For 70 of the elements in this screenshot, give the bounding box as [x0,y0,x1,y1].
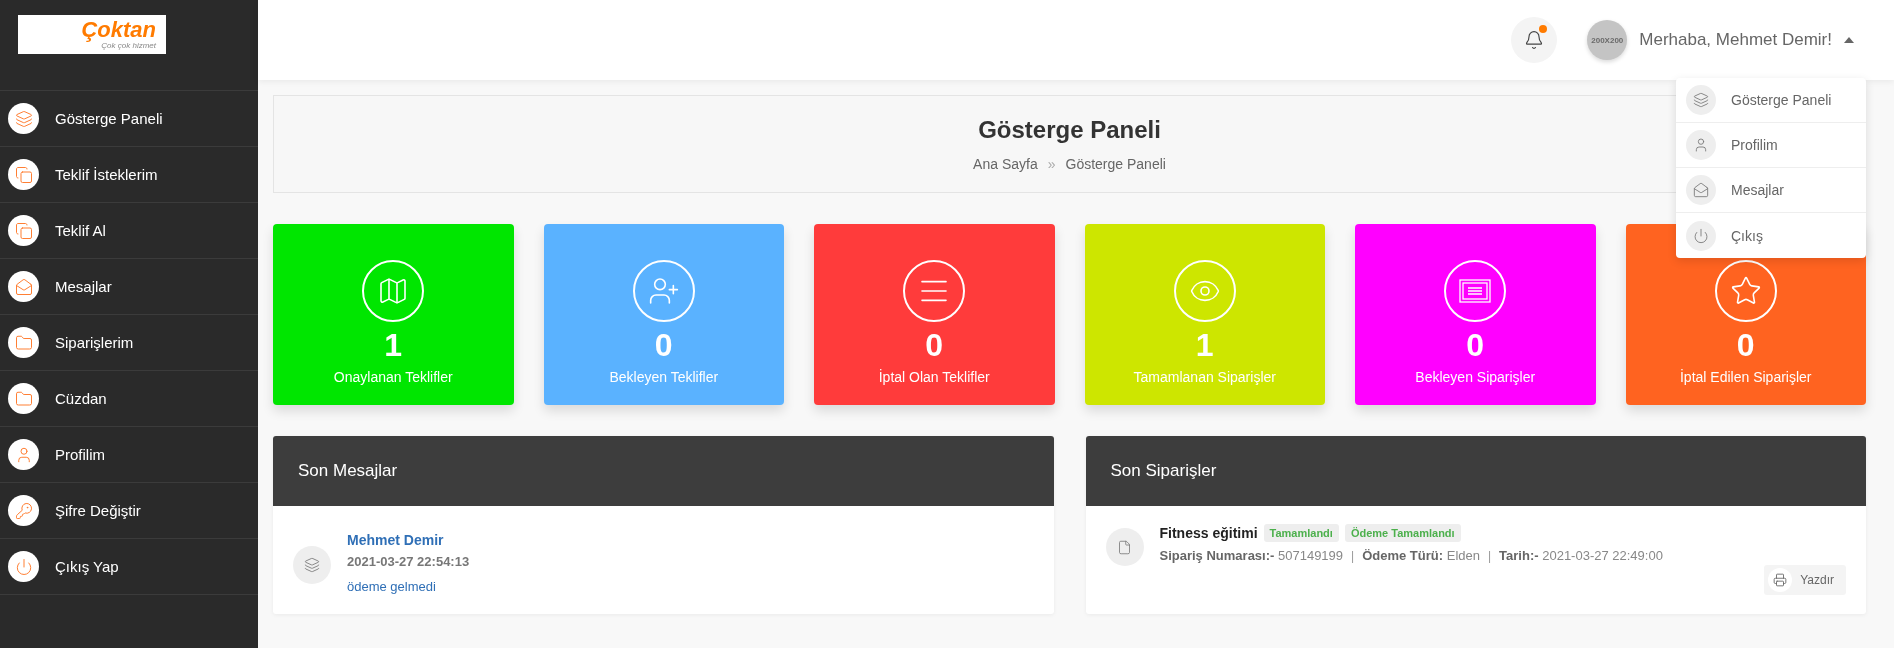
order-detail: Ödeme Türü: Elden [1362,548,1480,563]
certificate-icon [1459,279,1492,303]
order-detail: Tarih:- 2021-03-27 22:49:00 [1499,548,1663,563]
stat-label: Onaylanan Teklifler [333,369,453,386]
status-tag: Tamamlandı [1263,524,1339,542]
sidebar-item[interactable]: Profilim [0,427,258,483]
sidebar-item[interactable]: Teklif Al [0,203,258,259]
logo[interactable]: Çoktan Çok çok hizmet [18,15,166,54]
panel-title: Son Mesajlar [273,436,1054,506]
menu-item[interactable]: Mesajlar [1676,168,1866,213]
stat-card[interactable]: 0 İptal Olan Teklifler [814,224,1055,405]
breadcrumb-current: Gösterge Paneli [1065,156,1166,172]
stat-label: Bekleyen Teklifler [609,369,719,386]
stat-value: 1 [1195,328,1214,364]
sidebar-item[interactable]: Gösterge Paneli [0,91,258,147]
stat-value: 0 [925,328,944,364]
envelope-icon [1693,182,1709,198]
sidebar-item[interactable]: Mesajlar [0,259,258,315]
notifications-button[interactable] [1511,17,1558,63]
menu-item[interactable]: Profilim [1676,123,1866,168]
logo-tagline: Çok çok hizmet [101,41,156,50]
stat-label: İptal Olan Teklifler [878,369,990,386]
documents-icon [14,165,33,184]
order-detail: Sipariş Numarası:- 507149199 [1159,548,1344,563]
documents-icon [14,221,33,240]
message-sender[interactable]: Mehmet Demir [347,532,1034,548]
status-tag: Ödeme Tamamlandı [1344,524,1461,542]
folder-icon [14,389,33,408]
message-text[interactable]: ödeme gelmedi [347,579,1034,594]
logo-name: Çoktan [81,19,156,41]
divider-mark: | [1487,548,1492,563]
page-title: Gösterge Paneli [978,116,1161,144]
star-icon [1729,275,1762,307]
key-icon [14,501,33,520]
power-icon [14,557,33,576]
sidebar-item[interactable]: Siparişlerim [0,315,258,371]
folder-icon [14,333,33,352]
bell-icon [1524,30,1545,50]
stat-value: 0 [654,328,673,364]
stat-label: Tamamlanan Siparişler [1133,369,1276,386]
breadcrumb-separator: » [1047,156,1056,172]
panel-title: Son Siparişler [1085,436,1866,506]
stat-value: 0 [1736,328,1755,364]
sidebar-item[interactable]: Cüzdan [0,371,258,427]
divider-mark: | [1351,548,1355,563]
caret-icon [1844,37,1854,43]
message-time: 2021-03-27 22:54:13 [347,554,471,569]
stat-card[interactable]: 0 Bekleyen Siparişler [1355,224,1596,405]
layers-icon [1693,92,1709,108]
order-name: Fitness eğitimi [1159,525,1258,541]
person-plus-icon [647,275,680,307]
printer-icon [1773,573,1788,587]
document-icon [1117,539,1132,555]
sidebar-item[interactable]: Çıkış Yap [0,539,258,595]
print-button[interactable]: Yazdır [1764,565,1846,595]
envelope-icon [14,277,33,296]
stat-value: 1 [384,328,403,364]
user-icon [1693,137,1709,153]
stat-label: İptal Edilen Siparişler [1680,369,1812,386]
user-menu-button[interactable]: 200X200 Merhaba, Mehmet Demir! [1587,20,1854,60]
layers-icon [304,557,320,573]
sidebar-item[interactable]: Şifre Değiştir [0,483,258,539]
stat-label: Bekleyen Siparişler [1415,369,1536,386]
menu-item[interactable]: Gösterge Paneli [1676,78,1866,123]
avatar: 200X200 [1587,20,1628,60]
layers-icon [14,109,33,128]
sidebar-item[interactable]: Teklif İsteklerim [0,147,258,203]
power-icon [1693,227,1709,244]
breadcrumb-link[interactable]: Ana Sayfa [973,156,1038,172]
stat-value: 0 [1466,328,1485,364]
